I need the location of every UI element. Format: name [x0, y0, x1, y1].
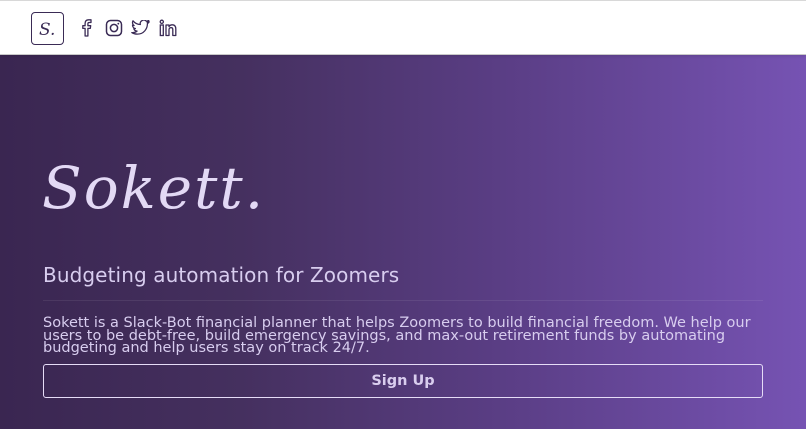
social-links	[77, 17, 177, 39]
sign-up-button[interactable]: Sign Up	[43, 364, 763, 398]
linkedin-icon[interactable]	[158, 17, 177, 39]
wordmark: Sokett.	[40, 150, 263, 224]
twitter-icon[interactable]	[131, 17, 150, 39]
wordmark-script: Sokett.	[42, 154, 263, 222]
logo-text: S.	[39, 20, 55, 40]
divider	[43, 300, 763, 301]
instagram-icon[interactable]	[104, 17, 123, 39]
hero-section: Sokett. Budgeting automation for Zoomers…	[0, 55, 806, 429]
facebook-icon[interactable]	[77, 17, 96, 39]
logo-mark: S.	[39, 20, 55, 40]
top-navbar: S.	[0, 0, 806, 55]
hero-description: Sokett is a Slack-Bot financial planner …	[43, 315, 751, 356]
hero-tagline: Budgeting automation for Zoomers	[43, 263, 400, 287]
wordmark-text: Sokett.	[42, 154, 260, 220]
logo[interactable]: S.	[31, 12, 64, 45]
